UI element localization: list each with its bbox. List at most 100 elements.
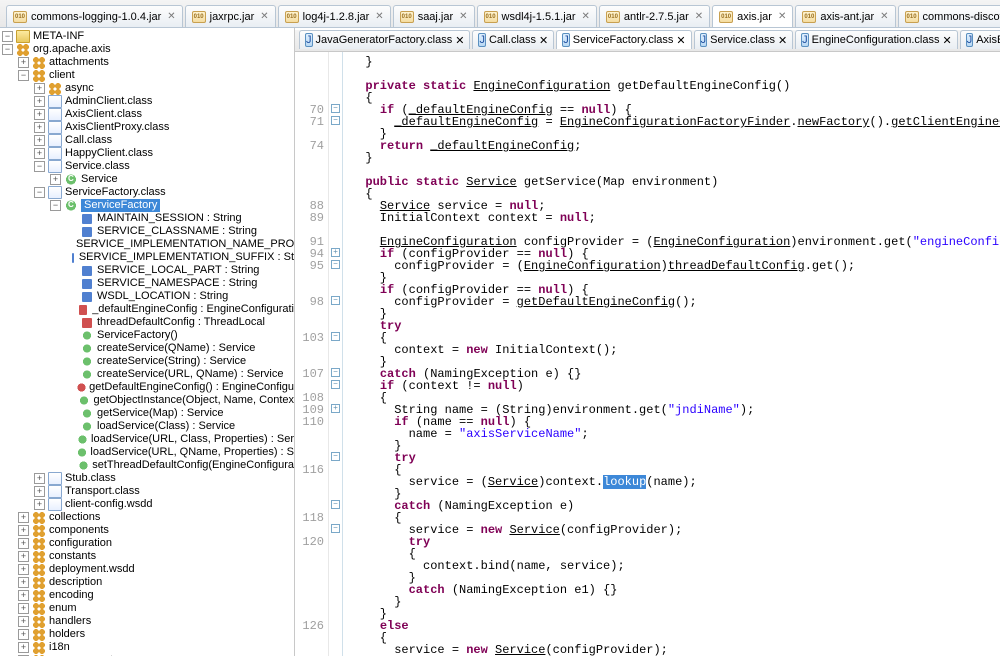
tree-row[interactable]: createService(QName) : Service: [66, 342, 294, 355]
disclosure-icon[interactable]: +: [18, 525, 29, 536]
jar-tab[interactable]: axis-ant.jar✕: [795, 5, 895, 27]
tree-row[interactable]: +components: [18, 524, 294, 537]
tree-row[interactable]: _defaultEngineConfig : EngineConfigurati: [66, 303, 294, 316]
jar-tab[interactable]: commons-logging-1.0.4.jar✕: [6, 5, 183, 27]
tree-row[interactable]: MAINTAIN_SESSION : String: [66, 212, 294, 225]
close-icon[interactable]: ✕: [375, 11, 383, 22]
tree-row[interactable]: +holders: [18, 628, 294, 641]
tree-row[interactable]: +encoding: [18, 589, 294, 602]
disclosure-icon[interactable]: −: [34, 161, 45, 172]
tree-row[interactable]: SERVICE_CLASSNAME : String: [66, 225, 294, 238]
disclosure-icon[interactable]: +: [18, 538, 29, 549]
fold-toggle[interactable]: −: [331, 380, 340, 389]
tree-row[interactable]: ServiceFactory(): [66, 329, 294, 342]
tree-row[interactable]: setThreadDefaultConfig(EngineConfigura: [66, 459, 294, 472]
fold-toggle[interactable]: −: [331, 332, 340, 341]
close-icon[interactable]: ✕: [539, 34, 548, 47]
jar-tab[interactable]: jaxrpc.jar✕: [185, 5, 276, 27]
tree-row[interactable]: −META-INF: [2, 30, 294, 43]
disclosure-icon[interactable]: +: [34, 486, 45, 497]
disclosure-icon[interactable]: −: [34, 187, 45, 198]
close-icon[interactable]: ✕: [260, 11, 268, 22]
disclosure-icon[interactable]: +: [18, 577, 29, 588]
disclosure-icon[interactable]: +: [18, 629, 29, 640]
tree-row[interactable]: threadDefaultConfig : ThreadLocal: [66, 316, 294, 329]
close-icon[interactable]: ✕: [459, 11, 467, 22]
tree-row[interactable]: createService(URL, QName) : Service: [66, 368, 294, 381]
fold-toggle[interactable]: +: [331, 248, 340, 257]
tree-row[interactable]: +deployment.wsdd: [18, 563, 294, 576]
jar-tab[interactable]: saaj.jar✕: [393, 5, 475, 27]
close-icon[interactable]: ✕: [695, 11, 703, 22]
tree-row[interactable]: +Stub.class: [34, 472, 294, 485]
disclosure-icon[interactable]: +: [18, 642, 29, 653]
source-code[interactable]: } private static EngineConfiguration get…: [343, 52, 1000, 656]
disclosure-icon[interactable]: +: [34, 473, 45, 484]
editor-tab[interactable]: EngineConfiguration.class✕: [795, 30, 958, 49]
disclosure-icon[interactable]: +: [34, 83, 45, 94]
disclosure-icon[interactable]: +: [34, 148, 45, 159]
disclosure-icon[interactable]: +: [18, 57, 29, 68]
tree-row[interactable]: +HappyClient.class: [34, 147, 294, 160]
disclosure-icon[interactable]: +: [50, 174, 61, 185]
fold-toggle[interactable]: −: [331, 524, 340, 533]
tree-row[interactable]: +async: [34, 82, 294, 95]
tree-row[interactable]: −org.apache.axis: [2, 43, 294, 56]
disclosure-icon[interactable]: −: [18, 70, 29, 81]
fold-toggle[interactable]: −: [331, 296, 340, 305]
tree-row[interactable]: −ServiceFactory.class: [34, 186, 294, 199]
tree-row[interactable]: SERVICE_IMPLEMENTATION_SUFFIX : St: [66, 251, 294, 264]
disclosure-icon[interactable]: +: [34, 499, 45, 510]
tree-row[interactable]: +client-config.wsdd: [34, 498, 294, 511]
disclosure-icon[interactable]: +: [18, 590, 29, 601]
tree-row[interactable]: +attachments: [18, 56, 294, 69]
tree-row[interactable]: +collections: [18, 511, 294, 524]
disclosure-icon[interactable]: +: [34, 96, 45, 107]
disclosure-icon[interactable]: +: [18, 616, 29, 627]
tree-row[interactable]: +AdminClient.class: [34, 95, 294, 108]
disclosure-icon[interactable]: +: [18, 512, 29, 523]
fold-toggle[interactable]: −: [331, 260, 340, 269]
jar-tab[interactable]: log4j-1.2.8.jar✕: [278, 5, 391, 27]
close-icon[interactable]: ✕: [778, 11, 786, 22]
tree-row[interactable]: +enum: [18, 602, 294, 615]
disclosure-icon[interactable]: +: [18, 603, 29, 614]
tree-row[interactable]: +handlers: [18, 615, 294, 628]
tree-row[interactable]: getObjectInstance(Object, Name, Contex: [66, 394, 294, 407]
disclosure-icon[interactable]: +: [34, 122, 45, 133]
code-viewer[interactable]: 7071748889919495981031071081091101161181…: [295, 52, 1000, 656]
tree-row[interactable]: +Call.class: [34, 134, 294, 147]
editor-tab[interactable]: ServiceFactory.class✕: [556, 30, 691, 49]
editor-tab[interactable]: AxisEngine.cl✕: [960, 30, 1000, 49]
close-icon[interactable]: ✕: [676, 34, 685, 47]
editor-tab[interactable]: Service.class✕: [694, 30, 794, 49]
close-icon[interactable]: ✕: [455, 34, 464, 47]
tree-row[interactable]: WSDL_LOCATION : String: [66, 290, 294, 303]
tree-row[interactable]: SERVICE_LOCAL_PART : String: [66, 264, 294, 277]
close-icon[interactable]: ✕: [582, 11, 590, 22]
fold-toggle[interactable]: −: [331, 452, 340, 461]
tree-row[interactable]: +Transport.class: [34, 485, 294, 498]
tree-row[interactable]: +Service: [50, 173, 294, 186]
jar-tab[interactable]: axis.jar✕: [712, 5, 793, 27]
editor-tab[interactable]: JavaGeneratorFactory.class✕: [299, 30, 470, 49]
tree-row[interactable]: SERVICE_IMPLEMENTATION_NAME_PRO: [66, 238, 294, 251]
disclosure-icon[interactable]: −: [2, 31, 13, 42]
disclosure-icon[interactable]: −: [2, 44, 13, 55]
tree-row[interactable]: createService(String) : Service: [66, 355, 294, 368]
tree-row[interactable]: getService(Map) : Service: [66, 407, 294, 420]
close-icon[interactable]: ✕: [167, 11, 175, 22]
jar-tab[interactable]: commons-discovery-0.2.jar✕: [898, 5, 1000, 27]
disclosure-icon[interactable]: +: [18, 564, 29, 575]
tree-row[interactable]: −Service.class: [34, 160, 294, 173]
editor-tab[interactable]: Call.class✕: [472, 30, 554, 49]
tree-row[interactable]: +i18n: [18, 641, 294, 654]
close-icon[interactable]: ✕: [942, 34, 951, 47]
fold-toggle[interactable]: −: [331, 104, 340, 113]
tree-row[interactable]: +description: [18, 576, 294, 589]
tree-row[interactable]: loadService(Class) : Service: [66, 420, 294, 433]
fold-gutter[interactable]: −−+−−−−−+−−−: [329, 52, 343, 656]
tree-row[interactable]: −ServiceFactory: [50, 199, 294, 212]
jar-tab[interactable]: wsdl4j-1.5.1.jar✕: [477, 5, 597, 27]
fold-toggle[interactable]: +: [331, 404, 340, 413]
